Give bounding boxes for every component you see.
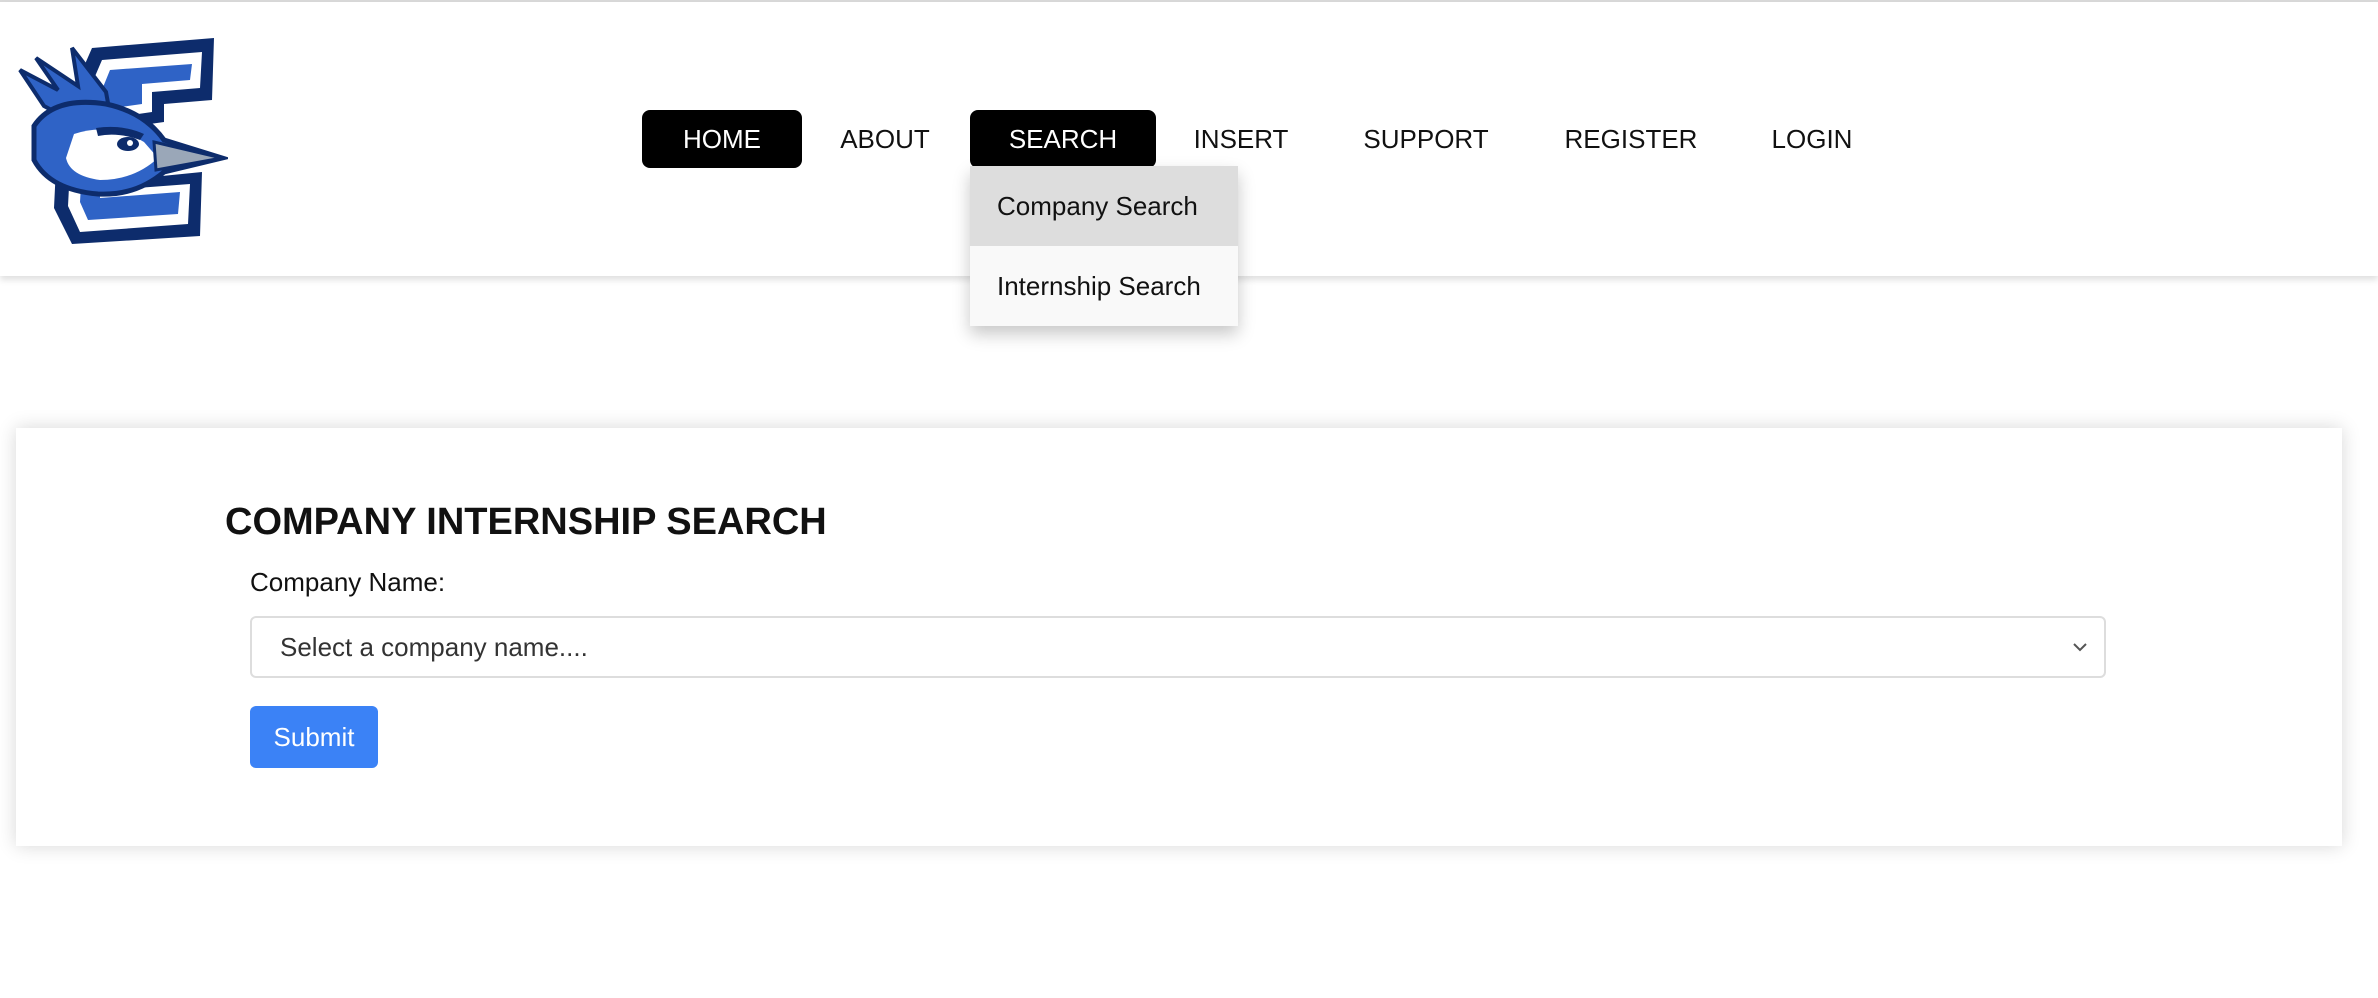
- nav-about[interactable]: ABOUT: [832, 110, 938, 168]
- main-nav: HOME ABOUT SEARCH INSERT SUPPORT REGISTE…: [0, 110, 2378, 168]
- company-name-select[interactable]: Select a company name....: [250, 616, 2106, 678]
- nav-register[interactable]: REGISTER: [1560, 110, 1702, 168]
- page-title: COMPANY INTERNSHIP SEARCH: [225, 501, 827, 543]
- nav-support[interactable]: SUPPORT: [1358, 110, 1494, 168]
- nav-insert[interactable]: INSERT: [1186, 110, 1296, 168]
- select-placeholder: Select a company name....: [280, 632, 588, 662]
- dropdown-item-company-search[interactable]: Company Search: [970, 166, 1238, 246]
- search-dropdown-menu: Company Search Internship Search: [970, 166, 1238, 326]
- company-name-label: Company Name:: [250, 567, 446, 597]
- search-card: COMPANY INTERNSHIP SEARCH Company Name: …: [16, 428, 2342, 846]
- submit-button[interactable]: Submit: [250, 706, 378, 768]
- dropdown-item-internship-search[interactable]: Internship Search: [970, 246, 1238, 326]
- nav-login[interactable]: LOGIN: [1766, 110, 1858, 168]
- chevron-down-icon: [2070, 637, 2090, 657]
- nav-search[interactable]: SEARCH: [970, 110, 1156, 168]
- nav-home[interactable]: HOME: [642, 110, 802, 168]
